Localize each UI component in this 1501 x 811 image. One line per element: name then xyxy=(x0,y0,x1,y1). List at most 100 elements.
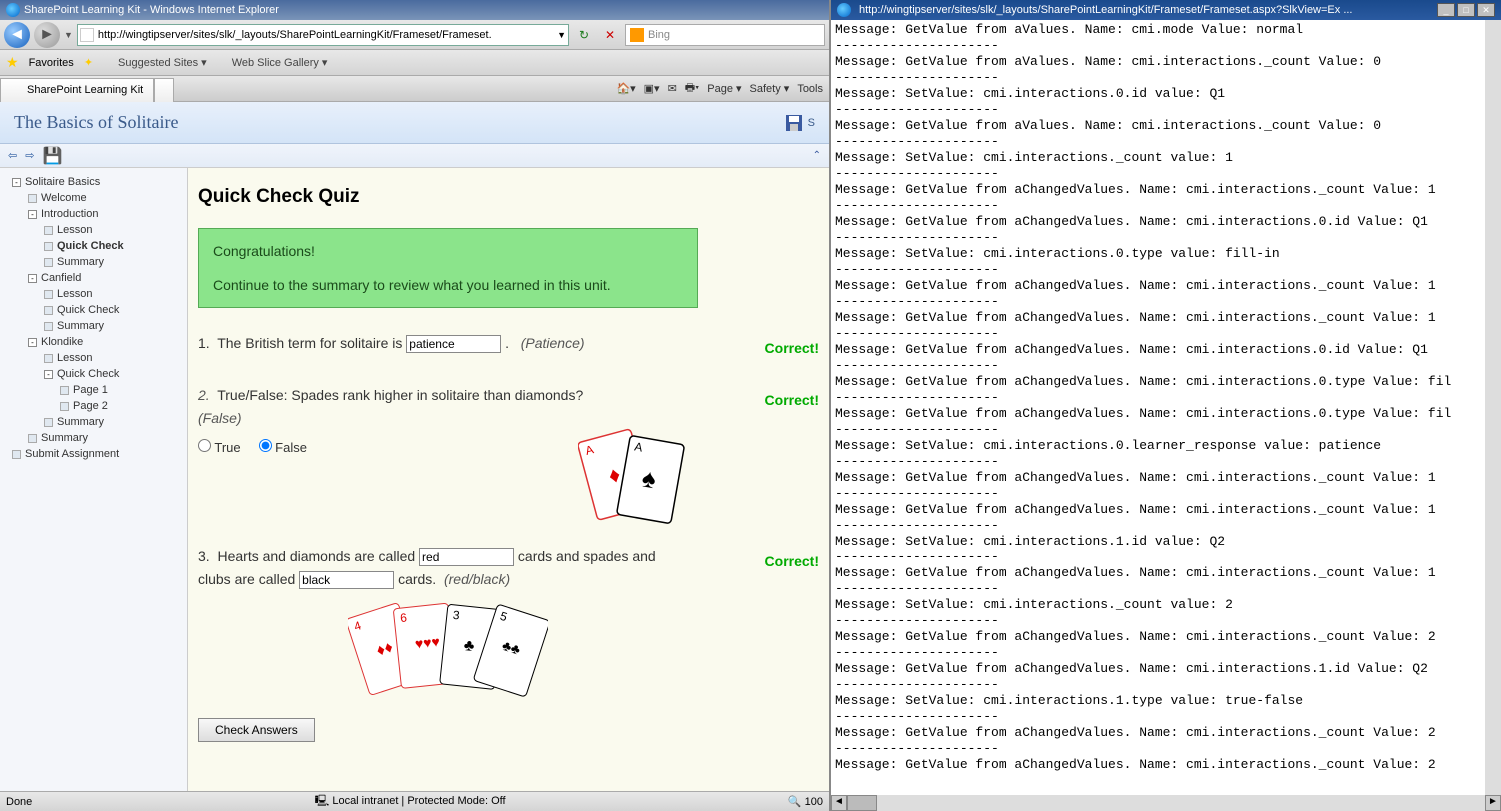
forward-button[interactable]: ► xyxy=(34,22,60,48)
tree-canfield[interactable]: -Canfield xyxy=(4,270,183,286)
q1-input[interactable] xyxy=(406,335,501,353)
collapse-icon[interactable]: ⌃ xyxy=(813,150,821,161)
tab-bar: SharePoint Learning Kit 🏠▾ ▣▾ ✉ 🖶▾ Page … xyxy=(0,76,829,102)
search-box[interactable]: Bing xyxy=(625,24,825,46)
left-titlebar: SharePoint Learning Kit - Windows Intern… xyxy=(0,0,829,20)
feeds-icon[interactable]: ▣▾ xyxy=(644,82,660,95)
left-window-title: SharePoint Learning Kit - Windows Intern… xyxy=(24,4,279,16)
congrats-line1: Congratulations! xyxy=(213,243,683,259)
q3-input2[interactable] xyxy=(299,571,394,589)
tree-klon-page1[interactable]: Page 1 xyxy=(4,382,183,398)
tree-intro-summary[interactable]: Summary xyxy=(4,254,183,270)
page-icon xyxy=(80,28,94,42)
tree-can-lesson[interactable]: Lesson xyxy=(4,286,183,302)
address-input[interactable] xyxy=(98,29,557,41)
tree-intro-quickcheck[interactable]: Quick Check xyxy=(4,238,183,254)
maximize-button[interactable]: □ xyxy=(1457,3,1475,17)
right-titlebar: http://wingtipserver/sites/slk/_layouts/… xyxy=(831,0,1501,20)
q3-correct: Correct! xyxy=(765,553,819,569)
status-done: Done xyxy=(6,796,32,808)
content-title: The Basics of Solitaire xyxy=(14,112,178,133)
tree-submit[interactable]: Submit Assignment xyxy=(4,446,183,462)
close-button[interactable]: ✕ xyxy=(1477,3,1495,17)
tab-label: SharePoint Learning Kit xyxy=(27,84,143,96)
question-1: Correct! 1. The British term for solitai… xyxy=(198,332,819,354)
home-icon[interactable]: 🏠▾ xyxy=(616,82,635,95)
stop-button[interactable]: ✕ xyxy=(599,24,621,46)
tree-klon-quickcheck[interactable]: -Quick Check xyxy=(4,366,183,382)
dropdown-arrow-icon[interactable]: ▼ xyxy=(64,30,73,40)
q3-input1[interactable] xyxy=(419,548,514,566)
next-arrow[interactable]: ⇨ xyxy=(25,149,34,162)
tree-klondike[interactable]: -Klondike xyxy=(4,334,183,350)
page-menu[interactable]: Page ▾ xyxy=(707,82,741,95)
ie-icon-right xyxy=(837,3,851,17)
refresh-button[interactable]: ↻ xyxy=(573,24,595,46)
favorites-star-icon[interactable]: ★ xyxy=(6,54,19,71)
tree-welcome[interactable]: Welcome xyxy=(4,190,183,206)
ie-icon xyxy=(6,3,20,17)
quiz-title: Quick Check Quiz xyxy=(198,186,819,208)
tree-root[interactable]: -Solitaire Basics xyxy=(4,174,183,190)
horizontal-scrollbar[interactable]: ◄ ► xyxy=(831,795,1501,811)
tree-intro-lesson[interactable]: Lesson xyxy=(4,222,183,238)
tree-klon-lesson[interactable]: Lesson xyxy=(4,350,183,366)
tab-icon xyxy=(11,84,23,96)
status-bar: Done 🖳 Local intranet | Protected Mode: … xyxy=(0,791,829,811)
tree-can-quickcheck[interactable]: Quick Check xyxy=(4,302,183,318)
q2-false-option[interactable]: False xyxy=(259,440,307,455)
search-placeholder: Bing xyxy=(648,29,670,41)
quiz-content: Quick Check Quiz Congratulations! Contin… xyxy=(188,168,829,791)
congrats-box: Congratulations! Continue to the summary… xyxy=(198,228,698,308)
tools-menu[interactable]: Tools xyxy=(797,83,823,95)
minimize-button[interactable]: _ xyxy=(1437,3,1455,17)
address-bar[interactable]: ▼ xyxy=(77,24,569,46)
navigation-tree: -Solitaire Basics Welcome -Introduction … xyxy=(0,168,188,791)
nav-toolbar: ◄ ► ▼ ▼ ↻ ✕ Bing xyxy=(0,20,829,50)
zoom-control[interactable]: 🔍 100 xyxy=(788,795,823,808)
right-window-title: http://wingtipserver/sites/slk/_layouts/… xyxy=(859,4,1353,16)
new-tab-button[interactable] xyxy=(154,78,174,102)
web-slice-gallery-link[interactable]: Web Slice Gallery ▾ xyxy=(217,56,328,69)
add-favorite-icon[interactable]: ✦ xyxy=(84,56,93,69)
q1-hint: (Patience) xyxy=(521,335,585,351)
left-browser-window: SharePoint Learning Kit - Windows Intern… xyxy=(0,0,831,811)
sub-toolbar: ⇦ ⇨ 💾 ⌃ xyxy=(0,144,829,168)
back-button[interactable]: ◄ xyxy=(4,22,30,48)
vertical-scrollbar[interactable] xyxy=(1485,20,1501,795)
safety-menu[interactable]: Safety ▾ xyxy=(750,82,790,95)
congrats-line2: Continue to the summary to review what y… xyxy=(213,277,683,293)
save-small-icon[interactable]: 💾 xyxy=(42,146,62,166)
prev-arrow[interactable]: ⇦ xyxy=(8,149,17,162)
question-2: Correct! 2. True/False: Spades rank high… xyxy=(198,384,819,515)
tree-klon-summary[interactable]: Summary xyxy=(4,414,183,430)
svg-text:♥♥♥: ♥♥♥ xyxy=(414,633,440,652)
print-icon[interactable]: 🖶▾ xyxy=(685,79,699,98)
number-cards-image: 4♦♦ 6♥♥♥ 3♣ 5♣♣ xyxy=(348,598,689,688)
q3-hint: (red/black) xyxy=(444,571,510,587)
right-debug-window: http://wingtipserver/sites/slk/_layouts/… xyxy=(831,0,1501,811)
ie-small-icon-2 xyxy=(217,57,229,69)
main-layout: -Solitaire Basics Welcome -Introduction … xyxy=(0,168,829,791)
tree-introduction[interactable]: -Introduction xyxy=(4,206,183,222)
bing-icon xyxy=(630,28,644,42)
tree-klon-page2[interactable]: Page 2 xyxy=(4,398,183,414)
debug-log[interactable]: Message: GetValue from aValues. Name: cm… xyxy=(831,20,1485,795)
dropdown-icon[interactable]: ▼ xyxy=(557,30,566,40)
content-header: The Basics of Solitaire S xyxy=(0,102,829,144)
q2-hint: (False) xyxy=(198,410,242,426)
command-bar: 🏠▾ ▣▾ ✉ 🖶▾ Page ▾ Safety ▾ Tools xyxy=(616,79,829,98)
window-controls: _ □ ✕ xyxy=(1437,3,1495,17)
check-answers-button[interactable]: Check Answers xyxy=(198,718,315,742)
tree-can-summary[interactable]: Summary xyxy=(4,318,183,334)
save-link[interactable]: S xyxy=(784,113,815,133)
ie-small-icon xyxy=(103,57,115,69)
favorites-label[interactable]: Favorites xyxy=(29,57,74,69)
mail-icon[interactable]: ✉ xyxy=(668,82,677,95)
q1-correct: Correct! xyxy=(765,340,819,356)
q2-true-option[interactable]: True xyxy=(198,440,241,455)
q2-correct: Correct! xyxy=(765,392,819,408)
tree-summary[interactable]: Summary xyxy=(4,430,183,446)
browser-tab[interactable]: SharePoint Learning Kit xyxy=(0,78,154,102)
suggested-sites-link[interactable]: Suggested Sites ▾ xyxy=(103,56,207,69)
